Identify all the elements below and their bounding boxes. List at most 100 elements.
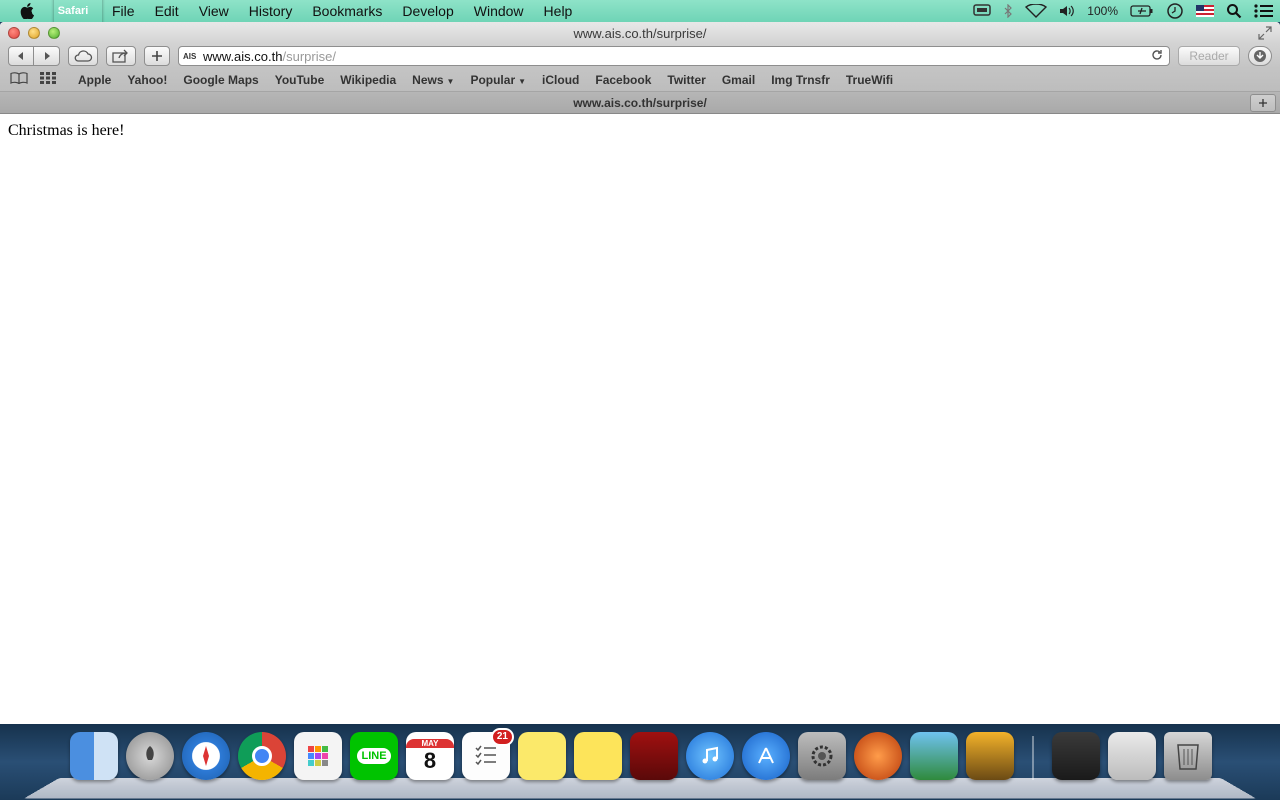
photo-booth-icon[interactable] [630,732,678,780]
cloud-icon [74,50,93,62]
launchpad-icon[interactable] [126,732,174,780]
toolbar: AIS www.ais.co.th/surprise/ Reader [0,44,1280,68]
close-button[interactable] [8,27,20,39]
line-label: LINE [357,748,391,764]
spotlight-icon[interactable] [1220,0,1248,22]
top-sites-grid-icon[interactable] [40,72,58,87]
downloads-button[interactable] [1248,46,1272,66]
line-icon[interactable]: LINE [350,732,398,780]
bookmark-youtube[interactable]: YouTube [267,73,333,87]
bookmark-img-trnsfr[interactable]: Img Trnsfr [763,73,838,87]
bookmark-facebook[interactable]: Facebook [587,73,659,87]
calendar-day: 8 [423,747,437,773]
stickies-icon[interactable] [518,732,566,780]
bookmark-yahoo[interactable]: Yahoo! [119,73,175,87]
icloud-tabs-button[interactable] [68,46,98,66]
chevron-down-icon: ▼ [446,76,455,86]
display-icon[interactable] [967,0,997,22]
wifi-icon[interactable] [1019,0,1053,22]
app-grid-icon[interactable] [294,732,342,780]
menu-edit[interactable]: Edit [145,0,189,22]
notification-center-icon[interactable] [1248,0,1280,22]
bookmark-folder-popular[interactable]: Popular ▼ [462,73,534,87]
downloads-folder-icon[interactable] [1052,732,1100,780]
menu-view[interactable]: View [189,0,239,22]
add-bookmark-button[interactable] [144,46,170,66]
back-arrow-icon [18,52,23,60]
bookmark-apple[interactable]: Apple [70,73,119,87]
bookmark-twitter[interactable]: Twitter [659,73,713,87]
reading-list-icon[interactable] [10,72,28,87]
address-bar[interactable]: AIS www.ais.co.th/surprise/ [178,46,1170,66]
forward-arrow-icon [44,52,50,60]
battery-icon[interactable] [1124,0,1160,22]
tab-bar: www.ais.co.th/surprise/ [0,92,1280,114]
page-content: Christmas is here! [0,114,1280,148]
tab-active[interactable]: www.ais.co.th/surprise/ [573,96,707,110]
reload-icon[interactable] [1149,49,1165,64]
calendar-month: MAY [406,738,454,748]
system-preferences-icon[interactable] [798,732,846,780]
forward-button[interactable] [34,46,60,66]
menu-develop[interactable]: Develop [392,0,463,22]
plus-icon [152,51,162,61]
volume-icon[interactable] [1053,0,1081,22]
image-capture-icon[interactable] [910,732,958,780]
notes-icon[interactable] [574,732,622,780]
menu-help[interactable]: Help [534,0,583,22]
documents-stack-icon[interactable] [1108,732,1156,780]
rocket-app-icon[interactable] [854,732,902,780]
bookmark-news-label: News [412,72,444,87]
title-bar: www.ais.co.th/surprise/ [0,22,1280,44]
itunes-icon[interactable] [686,732,734,780]
chrome-icon[interactable] [238,732,286,780]
battery-percent: 100% [1087,4,1118,18]
menu-window[interactable]: Window [464,0,534,22]
dock-shelf [23,777,1257,799]
bookmark-truewifi[interactable]: TrueWifi [838,73,901,87]
reminders-icon[interactable]: 21 [462,728,514,780]
menu-bar: Safari File Edit View History Bookmarks … [0,0,1280,22]
plus-icon [1259,99,1267,107]
new-tab-button[interactable] [1250,94,1276,112]
zoom-button[interactable] [48,27,60,39]
time-machine-icon[interactable] [1160,0,1190,22]
menu-history[interactable]: History [239,0,303,22]
iphoto-icon[interactable] [966,732,1014,780]
fullscreen-icon[interactable] [1258,26,1272,40]
flag-icon[interactable] [1190,0,1220,22]
share-icon [112,49,128,63]
dock-separator [1032,736,1034,780]
bookmark-google-maps[interactable]: Google Maps [175,73,266,87]
page-text: Christmas is here! [8,122,125,139]
back-button[interactable] [8,46,34,66]
bookmark-folder-news[interactable]: News ▼ [404,73,462,87]
menu-bookmarks[interactable]: Bookmarks [302,0,392,22]
reader-button[interactable]: Reader [1178,46,1240,66]
trash-icon[interactable] [1164,732,1212,780]
bookmark-icloud[interactable]: iCloud [534,73,587,87]
chevron-down-icon: ▼ [518,76,527,86]
browser-window: www.ais.co.th/surprise/ AIS www.ais.co.t… [0,22,1280,724]
bookmark-gmail[interactable]: Gmail [714,73,763,87]
menu-file[interactable]: File [102,0,145,22]
safari-icon[interactable] [182,732,230,780]
apple-menu-icon[interactable] [0,0,54,22]
bookmark-wikipedia[interactable]: Wikipedia [332,73,404,87]
download-icon [1254,50,1266,62]
share-button[interactable] [106,46,136,66]
bluetooth-icon[interactable] [997,0,1019,22]
window-controls [8,27,60,39]
status-area: 100% [967,0,1280,22]
url-path: /surprise/ [282,48,336,64]
bookmark-popular-label: Popular [470,72,516,87]
site-favicon: AIS [183,51,197,61]
window-title: www.ais.co.th/surprise/ [573,25,707,41]
reminders-badge: 21 [490,728,514,746]
nav-buttons [8,46,60,66]
calendar-icon[interactable]: MAY 8 [406,732,454,780]
app-store-icon[interactable] [742,732,790,780]
finder-icon[interactable] [70,732,118,780]
bookmarks-bar: Apple Yahoo! Google Maps YouTube Wikiped… [0,68,1280,92]
minimize-button[interactable] [28,27,40,39]
